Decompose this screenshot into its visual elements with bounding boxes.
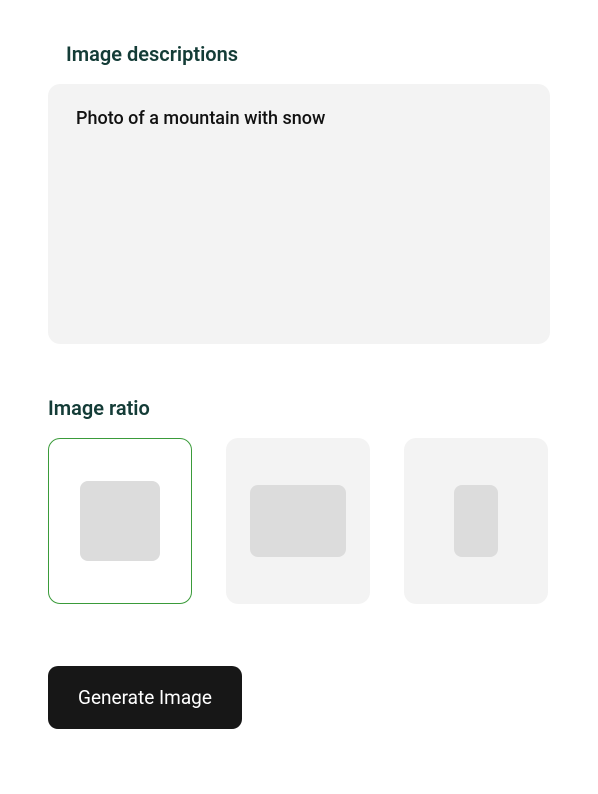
- ratio-title: Image ratio: [48, 396, 550, 420]
- ratio-option-square[interactable]: [48, 438, 192, 604]
- ratio-option-portrait[interactable]: [404, 438, 548, 604]
- portrait-icon: [454, 485, 498, 557]
- landscape-icon: [250, 485, 346, 557]
- ratio-options: [48, 438, 550, 604]
- ratio-option-landscape[interactable]: [226, 438, 370, 604]
- generate-button[interactable]: Generate Image: [48, 666, 242, 729]
- descriptions-title: Image descriptions: [66, 42, 550, 66]
- square-icon: [80, 481, 160, 561]
- description-input[interactable]: [48, 84, 550, 344]
